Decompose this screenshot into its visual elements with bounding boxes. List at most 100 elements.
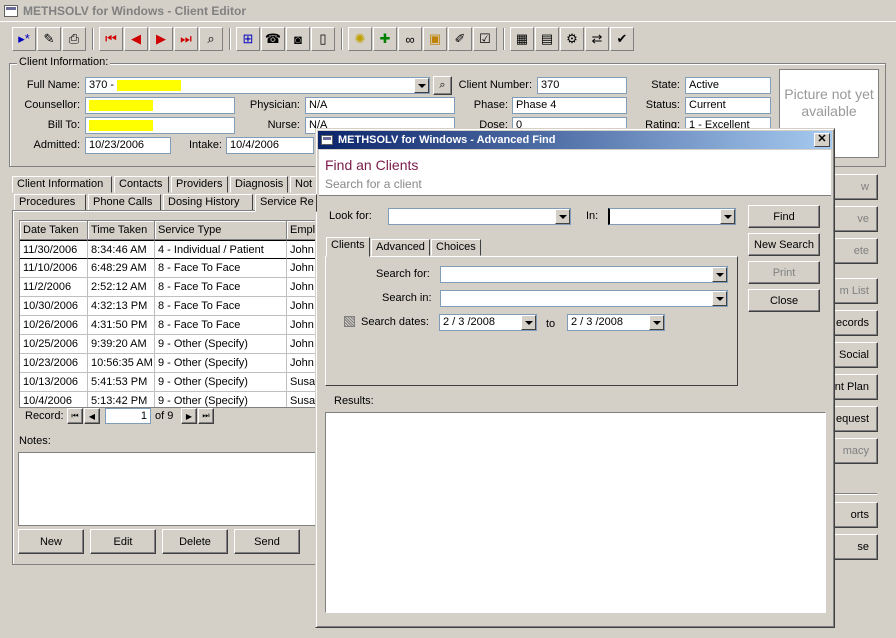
- card-icon[interactable]: ▤: [535, 27, 559, 51]
- full-name-combo[interactable]: 370 -: [85, 77, 430, 94]
- column-header[interactable]: Time Taken: [88, 221, 155, 240]
- bill-to-field[interactable]: [85, 117, 235, 134]
- star-icon[interactable]: ✺: [348, 27, 372, 51]
- phone-icon[interactable]: ☎: [261, 27, 285, 51]
- new-record-icon[interactable]: ▸*: [12, 27, 36, 51]
- table-row[interactable]: 10/25/2006 9:39:20 AM 9 - Other (Specify) J…: [20, 335, 318, 354]
- chevron-down-icon[interactable]: [555, 209, 570, 224]
- in-combo[interactable]: [608, 208, 736, 225]
- new-search-button[interactable]: New Search: [748, 233, 820, 256]
- status-field[interactable]: Current: [685, 97, 771, 114]
- table-row[interactable]: 11/2/2006 2:52:12 AM 8 - Face To Face John: [20, 278, 318, 297]
- chevron-down-icon[interactable]: [712, 267, 727, 282]
- look-for-combo[interactable]: [388, 208, 571, 225]
- settings-icon[interactable]: ⚙: [560, 27, 584, 51]
- previous-record-nav-button[interactable]: ◀: [84, 408, 100, 424]
- first-record-icon[interactable]: ⏮: [99, 27, 123, 51]
- admitted-label: Admitted:: [33, 139, 80, 151]
- record-number-field[interactable]: 1: [105, 408, 151, 424]
- document-icon[interactable]: ▯: [311, 27, 335, 51]
- chevron-down-icon[interactable]: [414, 78, 429, 93]
- status-label: Status:: [645, 99, 680, 111]
- print-icon[interactable]: ⎙: [62, 27, 86, 51]
- chevron-down-icon[interactable]: [720, 209, 735, 224]
- table-row[interactable]: 10/30/2006 4:32:13 PM 8 - Face To Face John: [20, 297, 318, 316]
- toolbar-separator: [229, 28, 231, 50]
- right-divider: [835, 493, 877, 495]
- results-label: Results:: [334, 395, 374, 407]
- column-header[interactable]: Service Type: [155, 221, 287, 240]
- table-row[interactable]: 10/4/2006 5:13:42 PM 9 - Other (Specify) Su…: [20, 392, 318, 407]
- tab-row1-item[interactable]: Diagnosis: [230, 176, 288, 193]
- camera-icon[interactable]: ◙: [286, 27, 310, 51]
- tab-row2-item[interactable]: Service Re: [255, 194, 317, 212]
- glasses-icon[interactable]: ∞: [398, 27, 422, 51]
- next-record-nav-button[interactable]: ▶: [181, 408, 197, 424]
- chevron-down-icon[interactable]: [521, 315, 536, 330]
- new-button[interactable]: New: [18, 529, 84, 554]
- dialog-subheading: Search for a client: [325, 177, 422, 191]
- toolbar-separator: [503, 28, 505, 50]
- add-green-icon[interactable]: ✚: [373, 27, 397, 51]
- search-in-combo[interactable]: [440, 290, 728, 307]
- certificate-icon[interactable]: ▣: [423, 27, 447, 51]
- user-check-icon[interactable]: ✔: [610, 27, 634, 51]
- state-field[interactable]: Active: [685, 77, 771, 94]
- edit-icon[interactable]: ✎: [37, 27, 61, 51]
- close-button[interactable]: Close: [748, 289, 820, 312]
- find-icon[interactable]: ⌕: [199, 27, 223, 51]
- column-header[interactable]: Date Taken: [20, 221, 88, 240]
- search-for-combo[interactable]: [440, 266, 728, 283]
- table-cell: 4:31:50 PM: [88, 316, 155, 335]
- last-record-nav-button[interactable]: ⏭: [198, 408, 214, 424]
- print-button[interactable]: Print: [748, 261, 820, 284]
- magnifier-icon: ⌕: [439, 79, 446, 91]
- physician-field[interactable]: N/A: [305, 97, 455, 114]
- search-dates-checkbox[interactable]: [344, 316, 355, 327]
- close-icon[interactable]: ✕: [814, 133, 830, 147]
- date-from-picker[interactable]: 2 / 3 /2008: [439, 314, 537, 331]
- tab-row2-item[interactable]: Procedures: [14, 194, 86, 211]
- tab-row2-item[interactable]: Dosing History: [163, 194, 253, 211]
- first-record-nav-button[interactable]: ⏮: [67, 408, 83, 424]
- table-cell: 8 - Face To Face: [155, 297, 287, 316]
- checklist-icon[interactable]: ☑: [473, 27, 497, 51]
- previous-record-icon[interactable]: ◀: [124, 27, 148, 51]
- intake-field[interactable]: 10/4/2006: [226, 137, 314, 154]
- tab-advanced[interactable]: Advanced: [371, 239, 430, 256]
- table-cell: 9 - Other (Specify): [155, 373, 287, 392]
- tab-clients[interactable]: Clients: [326, 237, 370, 257]
- table-row[interactable]: 10/13/2006 5:41:53 PM 9 - Other (Specify) S…: [20, 373, 318, 392]
- notes-textarea[interactable]: [18, 452, 318, 526]
- table-cell: 10/26/2006: [20, 316, 88, 335]
- results-list[interactable]: [325, 412, 826, 613]
- add-icon[interactable]: ⊞: [236, 27, 260, 51]
- next-record-icon[interactable]: ▶: [149, 27, 173, 51]
- counsellor-field[interactable]: [85, 97, 235, 114]
- last-record-icon[interactable]: ⏭: [174, 27, 198, 51]
- note-icon[interactable]: ✐: [448, 27, 472, 51]
- find-button[interactable]: Find: [748, 205, 820, 228]
- date-to-picker[interactable]: 2 / 3 /2008: [567, 314, 665, 331]
- send-button[interactable]: Send: [234, 529, 300, 554]
- tab-choices[interactable]: Choices: [431, 239, 481, 256]
- calendar-icon[interactable]: ▦: [510, 27, 534, 51]
- tab-row1-item[interactable]: Contacts: [114, 176, 169, 193]
- transfer-icon[interactable]: ⇄: [585, 27, 609, 51]
- chevron-down-icon[interactable]: [649, 315, 664, 330]
- chevron-down-icon[interactable]: [712, 291, 727, 306]
- delete-button[interactable]: Delete: [162, 529, 228, 554]
- client-number-field[interactable]: 370: [537, 77, 627, 94]
- table-row[interactable]: 10/26/2006 4:31:50 PM 8 - Face To Face John: [20, 316, 318, 335]
- table-row[interactable]: 11/10/2006 6:48:29 AM 8 - Face To Face John: [20, 259, 318, 278]
- table-row[interactable]: 10/23/2006 10:56:35 AM 9 - Other (Specify)…: [20, 354, 318, 373]
- admitted-field[interactable]: 10/23/2006: [85, 137, 171, 154]
- record-nav: Record: ⏮ ◀ 1 of 9 ▶ ⏭: [19, 408, 319, 425]
- edit-button[interactable]: Edit: [90, 529, 156, 554]
- tab-row1-item[interactable]: Client Information: [12, 176, 112, 193]
- tab-row1-item[interactable]: Providers: [171, 176, 228, 193]
- phase-field[interactable]: Phase 4: [512, 97, 627, 114]
- table-row[interactable]: 11/30/2006 8:34:46 AM 4 - Individual / Pat…: [20, 240, 318, 259]
- in-label: In:: [586, 210, 599, 222]
- tab-row2-item[interactable]: Phone Calls: [88, 194, 161, 211]
